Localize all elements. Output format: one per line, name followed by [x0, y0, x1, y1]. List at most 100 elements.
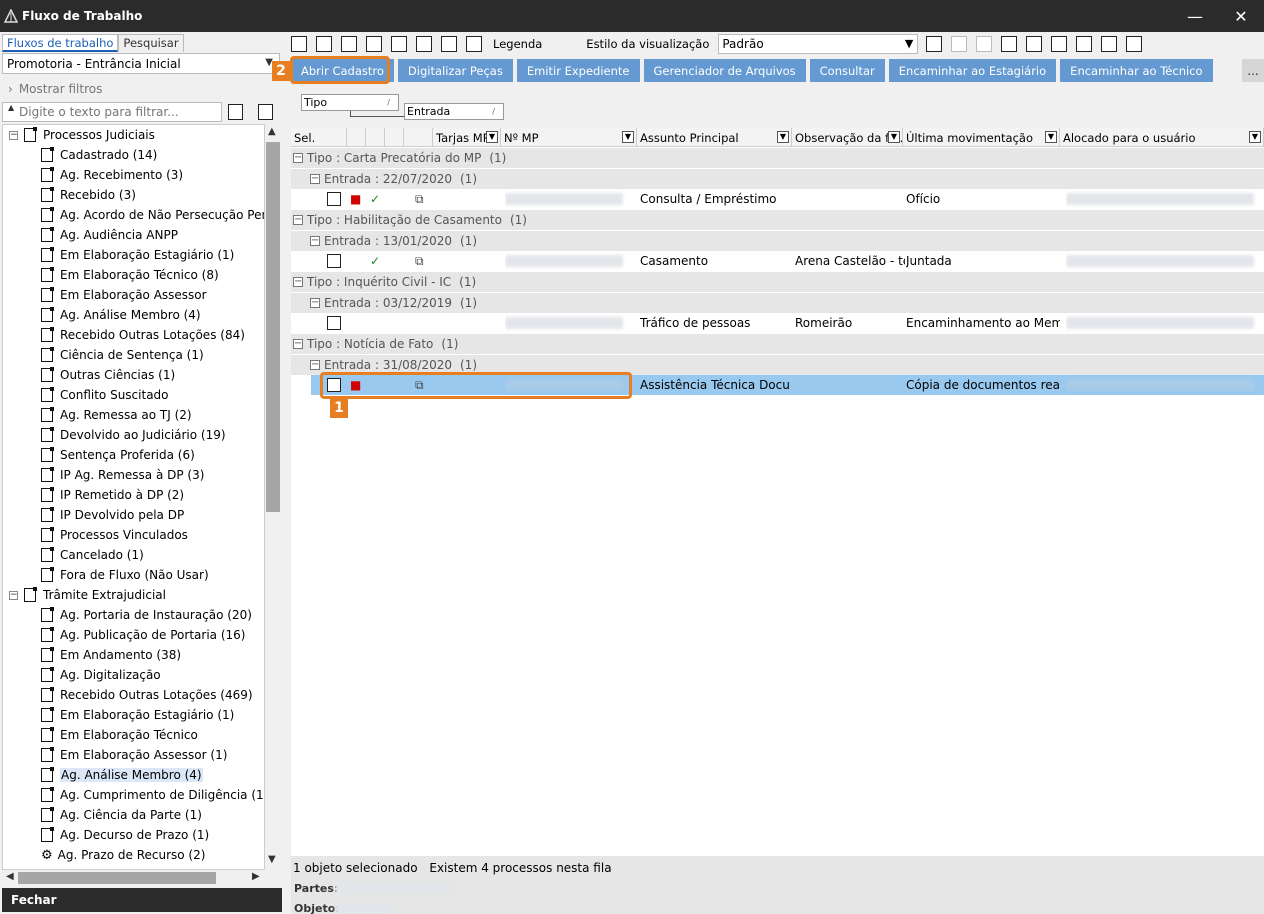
tree-item[interactable]: Ag. Remessa ao TJ (2): [41, 405, 192, 425]
filter-icon[interactable]: ▼: [888, 131, 900, 143]
tree-item[interactable]: Recebido Outras Lotações (84): [41, 325, 245, 345]
row-checkbox[interactable]: [327, 254, 341, 268]
collapse-toggle-icon[interactable]: −: [310, 298, 320, 308]
copy-icon[interactable]: [366, 36, 382, 52]
group-row[interactable]: − Tipo : Notícia de Fato (1): [291, 334, 1264, 354]
filter-icon[interactable]: ▼: [486, 131, 498, 143]
col-flag[interactable]: [347, 128, 366, 147]
digitize-parts-button[interactable]: Digitalizar Peças: [397, 59, 513, 82]
report-icon[interactable]: [1026, 36, 1043, 52]
col-extra[interactable]: [404, 128, 433, 147]
tree-item[interactable]: Em Elaboração Estagiário (1): [41, 705, 234, 725]
tree-group[interactable]: − Trâmite Extrajudicial: [9, 585, 166, 605]
tree-item[interactable]: Em Elaboração Técnico (8): [41, 265, 219, 285]
tree-item[interactable]: Em Elaboração Assessor (1): [41, 745, 227, 765]
paste-icon[interactable]: [391, 36, 407, 52]
tree-item[interactable]: Ag. Recebimento (3): [41, 165, 183, 185]
filter-icon[interactable]: ▼: [1249, 131, 1261, 143]
close-window-button[interactable]: ✕: [1218, 0, 1264, 32]
row-checkbox[interactable]: [327, 316, 341, 330]
save-view-icon[interactable]: [926, 36, 943, 52]
legend-label[interactable]: Legenda: [493, 37, 542, 51]
col-last-move[interactable]: Última movimentação ▼: [903, 128, 1060, 147]
tree-item[interactable]: IP Ag. Remessa à DP (3): [41, 465, 204, 485]
col-observation[interactable]: Observação da fi... ▼: [792, 128, 903, 147]
view-style-select[interactable]: Padrão ▼: [718, 34, 919, 54]
collapse-toggle-icon[interactable]: −: [310, 360, 320, 370]
tree-group[interactable]: − Processos Judiciais: [9, 125, 155, 145]
collapse-toggle-icon[interactable]: −: [310, 236, 320, 246]
group-chip-entry[interactable]: Entrada /: [404, 103, 504, 120]
collapse-groups-icon[interactable]: [1101, 36, 1118, 52]
tree-item[interactable]: Ciência de Sentença (1): [41, 345, 204, 365]
tree-item[interactable]: Em Elaboração Técnico: [41, 725, 198, 745]
col-clip[interactable]: [385, 128, 404, 147]
tree-item[interactable]: Ag. Audiência ANPP: [41, 225, 178, 245]
tree-horizontal-scrollbar[interactable]: ◀ ▶: [2, 870, 265, 886]
excel-export-icon[interactable]: [1001, 36, 1018, 52]
tree-item[interactable]: Cancelado (1): [41, 545, 144, 565]
collapse-toggle-icon[interactable]: −: [310, 174, 320, 184]
minimize-button[interactable]: —: [1172, 0, 1218, 32]
scroll-thumb-horizontal[interactable]: [18, 872, 216, 884]
scroll-thumb[interactable]: [266, 142, 280, 512]
table-row[interactable]: ■ ✓ ⧉ Consulta / Empréstimo Ofício: [311, 189, 1264, 209]
tree-item[interactable]: Ag. Cumprimento de Diligência (15): [41, 785, 264, 805]
tree-item[interactable]: Outras Ciências (1): [41, 365, 175, 385]
group-row[interactable]: − Tipo : Inquérito Civil - IC (1): [291, 272, 1264, 292]
export-icon[interactable]: [441, 36, 457, 52]
more-actions-button[interactable]: ...: [1242, 59, 1264, 82]
collapse-toggle-icon[interactable]: −: [9, 590, 18, 600]
tab-workflows[interactable]: Fluxos de trabalho: [2, 34, 119, 52]
filter-icon[interactable]: ▼: [622, 131, 634, 143]
subgroup-row[interactable]: − Entrada : 03/12/2019 (1): [291, 293, 1264, 313]
show-filters-toggle[interactable]: › Mostrar filtros: [8, 82, 102, 96]
filter-icon[interactable]: ▼: [1045, 131, 1057, 143]
tree-item[interactable]: Em Andamento (38): [41, 645, 181, 665]
scroll-down-icon[interactable]: ▼: [268, 854, 276, 865]
table-row[interactable]: ✓ ⧉ Casamento Arena Castelão - te Juntada: [311, 251, 1264, 271]
tree-item[interactable]: Em Elaboração Estagiário (1): [41, 245, 234, 265]
subgroup-row[interactable]: − Entrada : 22/07/2020 (1): [291, 169, 1264, 189]
print-preview-icon[interactable]: [416, 36, 432, 52]
col-tarjas[interactable]: Tarjas MP ▼: [433, 128, 501, 147]
tree-item[interactable]: Devolvido ao Judiciário (19): [41, 425, 226, 445]
collapse-toggle-icon[interactable]: −: [9, 130, 18, 140]
tree-item[interactable]: Ag. Análise Membro (4): [41, 305, 201, 325]
collapse-toggle-icon[interactable]: −: [293, 215, 303, 225]
col-mp-number[interactable]: Nº MP ▼: [501, 128, 637, 147]
tree-item[interactable]: Ag. Portaria de Instauração (20): [41, 605, 252, 625]
tree-item[interactable]: ⚙ Ag. Prazo de Recurso (2): [41, 845, 205, 865]
col-subject[interactable]: Assunto Principal ▼: [637, 128, 792, 147]
col-check[interactable]: [366, 128, 385, 147]
tree-item[interactable]: Recebido Outras Lotações (469): [41, 685, 253, 705]
new-document-icon[interactable]: [291, 36, 307, 52]
group-row[interactable]: − Tipo : Habilitação de Casamento (1): [291, 210, 1264, 230]
table-row[interactable]: Tráfico de pessoas Romeirão Encaminhamento…: [311, 313, 1264, 333]
filter-icon[interactable]: ▼: [777, 131, 789, 143]
group-row[interactable]: − Tipo : Carta Precatória do MP (1): [291, 148, 1264, 168]
printer-icon[interactable]: [1126, 36, 1143, 52]
row-checkbox[interactable]: [327, 192, 341, 206]
collapse-toggle-icon[interactable]: −: [293, 153, 303, 163]
select-all-icon[interactable]: [341, 36, 357, 52]
tree-item[interactable]: IP Devolvido pela DP: [41, 505, 184, 525]
tree-item[interactable]: Ag. Digitalização: [41, 665, 161, 685]
file-manager-button[interactable]: Gerenciador de Arquivos: [643, 59, 806, 82]
scroll-right-icon[interactable]: ▶: [252, 871, 260, 882]
tree-item[interactable]: Ag. Decurso de Prazo (1): [41, 825, 209, 845]
col-select[interactable]: Sel.: [291, 128, 347, 147]
tree-item[interactable]: Ag. Publicação de Portaria (16): [41, 625, 245, 645]
profile-select[interactable]: Promotoria - Entrância Inicial ▼: [2, 53, 280, 74]
col-allocated-user[interactable]: Alocado para o usuário ▼: [1060, 128, 1264, 147]
tree-item[interactable]: Recebido (3): [41, 185, 136, 205]
refresh-icon[interactable]: [316, 36, 332, 52]
tree-vertical-scrollbar[interactable]: ▲ ▼: [265, 124, 281, 902]
collapse-toggle-icon[interactable]: −: [293, 277, 303, 287]
tree-item[interactable]: Em Elaboração Assessor: [41, 285, 207, 305]
group-chip-type[interactable]: Tipo /: [301, 94, 399, 111]
consult-button[interactable]: Consultar: [809, 59, 885, 82]
tree-item[interactable]: Conflito Suscitado: [41, 385, 169, 405]
collapse-tree-icon[interactable]: [257, 104, 273, 120]
tab-search[interactable]: Pesquisar: [118, 34, 184, 52]
